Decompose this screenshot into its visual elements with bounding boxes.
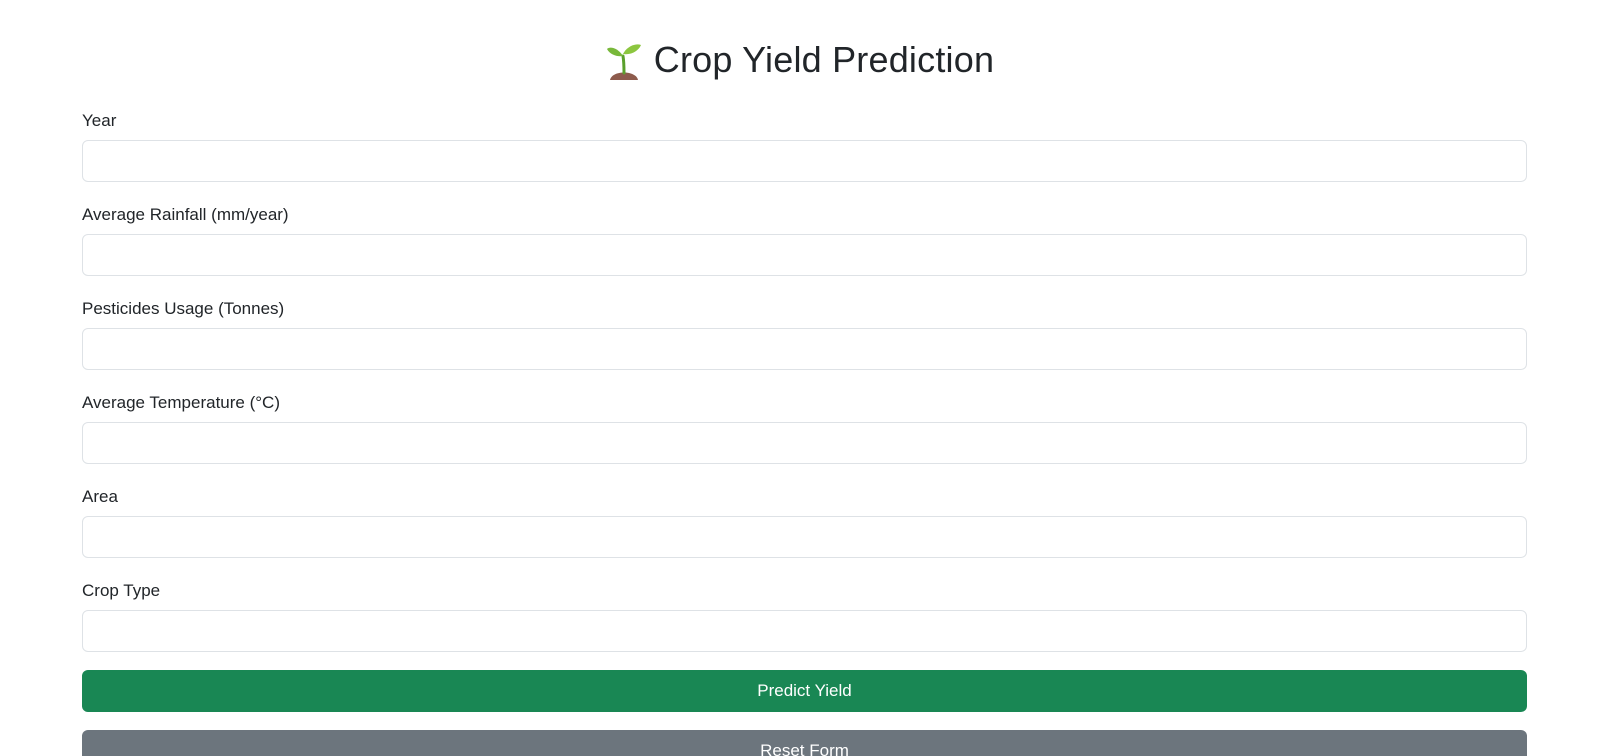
pesticides-label: Pesticides Usage (Tonnes) — [82, 299, 285, 318]
reset-form-button[interactable]: Reset Form — [82, 730, 1527, 756]
rainfall-input[interactable] — [82, 234, 1527, 276]
field-crop-type: Crop Type — [82, 578, 1527, 652]
area-input[interactable] — [82, 516, 1527, 558]
page: Crop Yield Prediction Year Average Rainf… — [0, 0, 1600, 756]
field-pesticides: Pesticides Usage (Tonnes) — [82, 296, 1527, 370]
prediction-form: Year Average Rainfall (mm/year) Pesticid… — [82, 108, 1527, 756]
predict-yield-button[interactable]: Predict Yield — [82, 670, 1527, 712]
field-rainfall: Average Rainfall (mm/year) — [82, 202, 1527, 276]
pesticides-input[interactable] — [82, 328, 1527, 370]
year-input[interactable] — [82, 140, 1527, 182]
field-area: Area — [82, 484, 1527, 558]
rainfall-label: Average Rainfall (mm/year) — [82, 205, 289, 224]
area-label: Area — [82, 487, 118, 506]
field-year: Year — [82, 108, 1527, 182]
crop-type-label: Crop Type — [82, 581, 161, 600]
temperature-input[interactable] — [82, 422, 1527, 464]
year-label: Year — [82, 111, 117, 130]
header: Crop Yield Prediction — [0, 36, 1600, 84]
temperature-label: Average Temperature (°C) — [82, 393, 280, 412]
seedling-icon — [606, 40, 642, 80]
page-title: Crop Yield Prediction — [653, 39, 995, 80]
crop-type-input[interactable] — [82, 610, 1527, 652]
field-temperature: Average Temperature (°C) — [82, 390, 1527, 464]
